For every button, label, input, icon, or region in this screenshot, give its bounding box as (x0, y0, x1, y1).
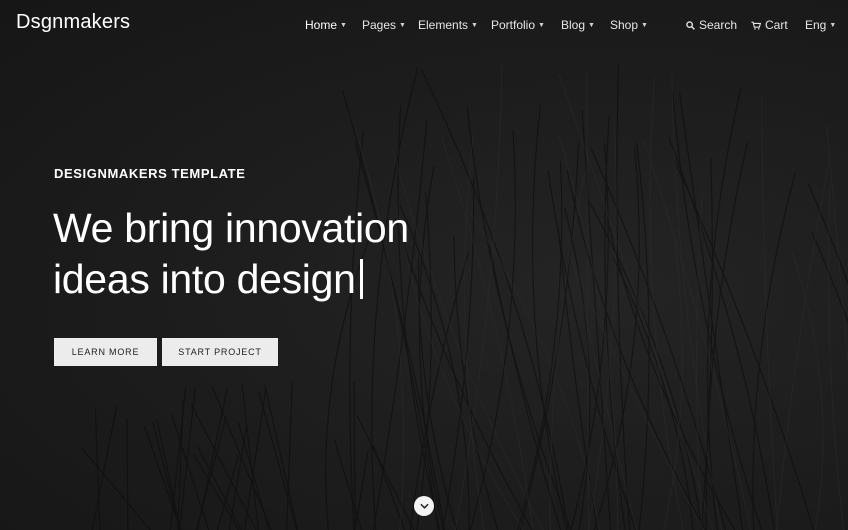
cart-icon (751, 21, 761, 30)
nav-item-label: Pages (362, 18, 397, 32)
headline-line-2: ideas into design (53, 254, 409, 305)
headline-line-1: We bring innovation (53, 205, 409, 251)
nav-item-blog[interactable]: Blog ▼ (561, 18, 595, 32)
site-logo[interactable]: Dsgnmakers (16, 11, 130, 34)
nav-item-label: Elements (418, 18, 469, 32)
search-icon (686, 20, 695, 30)
learn-more-button[interactable]: LEARN MORE (54, 338, 157, 366)
nav-item-label: Shop (610, 18, 639, 32)
typing-cursor (359, 259, 363, 299)
nav-item-label: Home (305, 18, 338, 32)
search-label: Search (699, 18, 738, 32)
nav-item-pages[interactable]: Pages ▼ (362, 18, 406, 32)
chevron-down-icon: ▼ (538, 21, 545, 29)
nav-item-portfolio[interactable]: Portfolio ▼ (491, 18, 545, 32)
chevron-down-icon: ▼ (641, 21, 648, 29)
chevron-down-icon: ▼ (399, 21, 406, 29)
site-header: Dsgnmakers Home ▼ Pages ▼ Elements ▼ Por… (0, 0, 848, 52)
language-label: Eng (805, 18, 827, 32)
cart-label: Cart (765, 18, 788, 32)
nav-item-label: Blog (561, 18, 586, 32)
nav-item-shop[interactable]: Shop ▼ (610, 18, 648, 32)
headline-line-2-text: ideas into design (53, 256, 356, 302)
language-selector[interactable]: Eng ▼ (805, 18, 836, 32)
chevron-down-icon (419, 503, 429, 509)
chevron-down-icon: ▼ (340, 21, 347, 29)
cart-button[interactable]: Cart (751, 18, 788, 32)
scroll-down-button[interactable] (414, 496, 434, 516)
nav-item-label: Portfolio (491, 18, 536, 32)
chevron-down-icon: ▼ (471, 21, 478, 29)
nav-item-elements[interactable]: Elements ▼ (418, 18, 478, 32)
hero-eyebrow: DESIGNMAKERS TEMPLATE (54, 166, 246, 181)
start-project-button[interactable]: START PROJECT (162, 338, 278, 366)
chevron-down-icon: ▼ (588, 21, 595, 29)
hero-headline: We bring innovation ideas into design (53, 203, 409, 305)
nav-item-home[interactable]: Home ▼ (305, 18, 347, 32)
search-button[interactable]: Search (686, 18, 737, 32)
chevron-down-icon: ▼ (829, 21, 837, 29)
